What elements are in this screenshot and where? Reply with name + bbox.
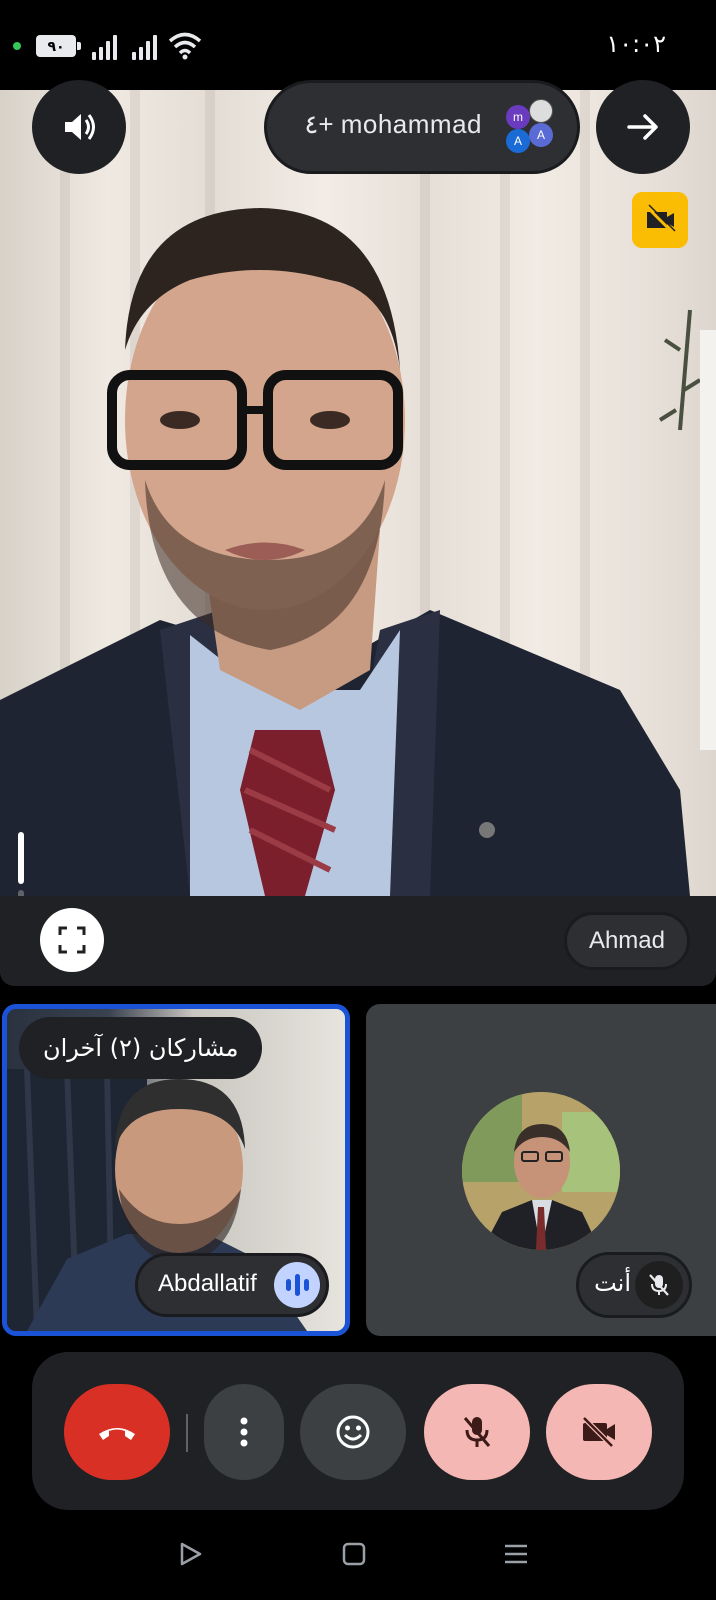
main-video-footer: Ahmad [0,896,716,986]
participants-pill[interactable]: ٤+ mohammad m A A [264,80,580,174]
main-speaker-name: Ahmad [563,912,690,970]
self-tile[interactable]: أنت [366,1004,716,1336]
participant-avatar: A [529,123,553,147]
switch-view-button[interactable] [596,80,690,174]
battery-icon: ٩٠ [36,35,81,57]
active-speaker-chip: Abdallatif [135,1253,329,1317]
participant-avatar-photo [529,99,553,123]
reactions-button[interactable] [300,1384,406,1480]
mic-off-icon [463,1417,491,1447]
nav-back-button[interactable] [166,1530,214,1578]
self-avatar [462,1092,620,1250]
wifi-icon [168,32,202,65]
self-label-chip: أنت [576,1252,692,1318]
speaker-volume-button[interactable] [32,80,126,174]
recording-dot-icon [13,42,21,50]
audio-level-icon [274,1262,320,1308]
self-label: أنت [594,1269,631,1297]
main-video-feed[interactable] [0,90,716,896]
signal-icon [132,34,162,60]
participant-video-image [0,208,716,896]
participant-avatar: A [506,129,530,153]
videocam-off-icon [582,1416,615,1448]
call-end-icon [99,1428,135,1440]
participants-pill-label: ٤+ mohammad [304,109,482,139]
more-vert-icon [240,1417,248,1447]
nav-home-icon [342,1542,366,1566]
arrow-right-icon [627,114,658,140]
camera-toggle-button[interactable] [546,1384,652,1480]
mic-off-icon [635,1261,683,1309]
microphone-toggle-button[interactable] [424,1384,530,1480]
emoji-icon [336,1415,370,1449]
status-bar: ٩٠ ١٠:٠٢ [0,0,716,90]
nav-back-icon [180,1542,202,1566]
signal-icon [92,34,122,60]
nav-recents-button[interactable] [492,1530,540,1578]
other-participants-label[interactable]: مشاركان (٢) آخران [19,1017,263,1079]
more-options-button[interactable] [204,1384,284,1480]
participant-avatar: m [506,105,530,129]
fullscreen-icon [58,926,86,954]
end-call-button[interactable] [64,1384,170,1480]
video-off-badge[interactable] [632,192,688,248]
active-speaker-name: Abdallatif [158,1270,257,1297]
call-control-bar [32,1352,684,1510]
page-indicator-active [18,832,24,884]
clock: ١٠:٠٢ [606,30,666,58]
system-nav-bar [0,1510,716,1600]
nav-home-button[interactable] [330,1530,378,1578]
video-off-icon [645,204,676,235]
divider [186,1414,188,1452]
fullscreen-button[interactable] [40,908,104,972]
nav-recents-icon [505,1544,527,1564]
speaker-volume-icon [65,114,95,140]
participant-tile-active[interactable]: مشاركان (٢) آخران Abdallatif [2,1004,350,1336]
